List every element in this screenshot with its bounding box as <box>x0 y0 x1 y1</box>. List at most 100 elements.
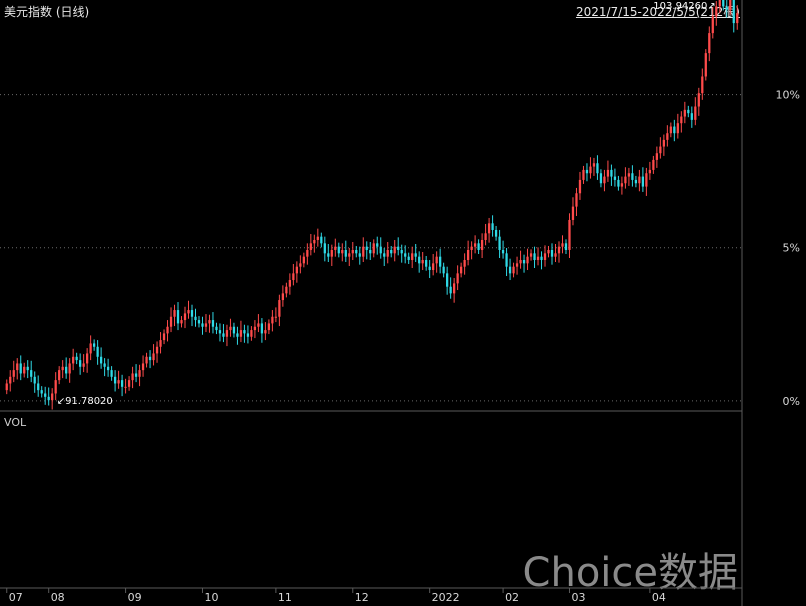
candle-body <box>638 176 641 184</box>
candle-body <box>631 173 634 180</box>
candle-body <box>103 363 106 367</box>
candle-body <box>617 179 620 187</box>
candle-body <box>5 383 8 391</box>
candle-body <box>428 266 431 271</box>
candle-body <box>138 370 141 377</box>
candle-body <box>320 236 323 244</box>
candle-body <box>404 253 407 257</box>
candle-body <box>673 126 676 134</box>
candle-body <box>54 380 57 394</box>
candle-body <box>369 249 372 254</box>
candle-body <box>257 323 260 327</box>
x-tick-label: 03 <box>571 591 585 604</box>
candle-body <box>473 243 477 247</box>
candle-body <box>400 249 403 254</box>
candle-body <box>278 300 281 317</box>
candle-body <box>697 93 700 107</box>
candle-body <box>599 173 603 184</box>
candle-body <box>159 340 162 347</box>
candle-body <box>246 333 250 337</box>
candle-body <box>711 16 714 34</box>
candle-body <box>505 253 508 267</box>
candle-body <box>26 366 29 371</box>
candle-body <box>330 249 333 257</box>
candle-body <box>169 316 173 327</box>
y-tick-label: 10% <box>776 89 800 102</box>
candle-body <box>659 146 662 154</box>
candle-body <box>72 356 75 364</box>
candle-body <box>201 323 204 327</box>
candle-body <box>708 33 711 54</box>
candle-body <box>113 376 117 384</box>
candle-body <box>725 6 728 10</box>
x-tick-label: 02 <box>505 591 519 604</box>
candle-body <box>194 316 197 321</box>
candle-body <box>449 286 452 294</box>
candle-body <box>285 286 288 294</box>
candle-body <box>351 249 354 254</box>
candle-body <box>82 363 85 367</box>
candle-body <box>281 293 285 301</box>
candle-body <box>613 176 617 180</box>
candle-body <box>40 390 43 394</box>
candle-body <box>624 176 627 184</box>
candle-body <box>16 363 19 371</box>
candle-body <box>225 330 229 337</box>
candle-body <box>204 323 208 327</box>
candle-body <box>295 266 298 274</box>
candle-body <box>30 370 33 377</box>
candle-body <box>267 323 271 331</box>
candle-body <box>96 346 99 357</box>
candle-body <box>690 113 693 120</box>
candle-body <box>299 263 302 267</box>
candle-body <box>540 256 543 261</box>
candle-body <box>239 330 243 337</box>
candle-body <box>526 256 529 264</box>
candle-body <box>589 166 592 174</box>
candle-body <box>680 116 683 124</box>
candle-body <box>306 249 309 257</box>
candle-body <box>480 239 484 250</box>
candle-body <box>379 246 382 254</box>
candle-body <box>432 263 435 271</box>
candle-body <box>61 366 64 371</box>
candle-body <box>498 236 501 250</box>
candle-body <box>648 169 652 174</box>
candle-body <box>442 266 445 274</box>
candle-body <box>106 366 110 371</box>
candle-body <box>582 169 585 180</box>
candle-body <box>568 219 571 250</box>
candle-body <box>131 373 134 381</box>
candle-body <box>334 246 337 250</box>
candle-body <box>603 176 606 184</box>
candle-body <box>337 246 340 254</box>
candle-body <box>418 256 421 264</box>
x-tick-label: 2022 <box>432 591 460 604</box>
candle-body <box>718 0 721 7</box>
candle-body <box>264 330 267 334</box>
candle-body <box>666 133 669 140</box>
candle-body <box>117 380 120 384</box>
candle-body <box>89 343 92 354</box>
candle-body <box>414 253 417 257</box>
candle-body <box>722 0 725 7</box>
candle-body <box>561 243 564 247</box>
candle-body <box>459 266 463 274</box>
candle-body <box>536 256 540 261</box>
candle-body <box>58 370 61 381</box>
candle-body <box>9 376 12 384</box>
candle-body <box>704 53 707 77</box>
candle-body <box>110 370 113 377</box>
candle-body <box>386 249 389 257</box>
candle-body <box>65 366 68 374</box>
candle-body <box>596 163 599 174</box>
candle-body <box>610 169 613 177</box>
candle-body <box>355 249 358 254</box>
candle-body <box>23 366 26 374</box>
candle-body <box>421 260 424 264</box>
x-tick-label: 12 <box>355 591 369 604</box>
x-tick-label: 10 <box>204 591 218 604</box>
candle-body <box>564 243 568 250</box>
candle-body <box>302 256 305 264</box>
candle-body <box>68 363 71 374</box>
